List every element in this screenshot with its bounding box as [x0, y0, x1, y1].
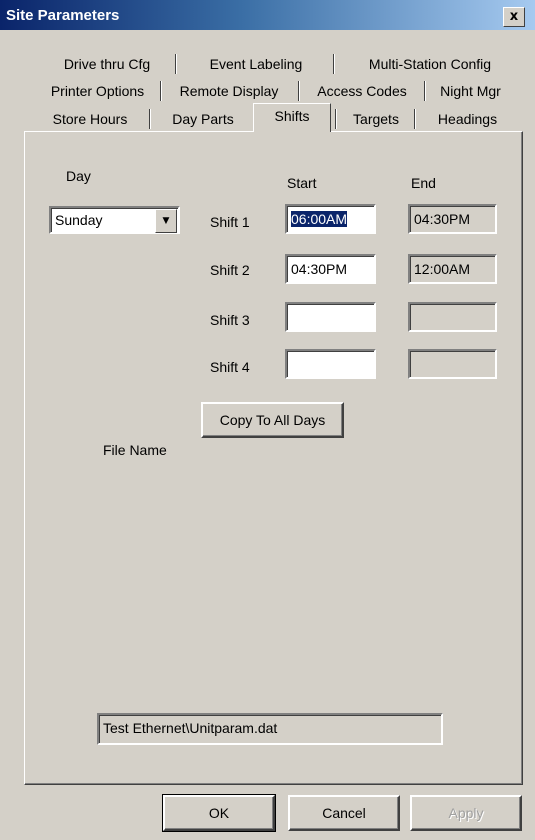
tab-printer-options[interactable]: Printer Options [40, 80, 155, 102]
title-bar: Site Parameters x [0, 0, 535, 30]
shift-2-start-field[interactable]: 04:30PM [285, 254, 376, 284]
file-name-label: File Name [103, 442, 167, 458]
shift-3-end-field [408, 302, 497, 332]
shift-4-label: Shift 4 [210, 359, 250, 375]
tab-headings[interactable]: Headings [420, 108, 515, 130]
shift-3-start-field[interactable] [285, 302, 376, 332]
tab-targets[interactable]: Targets [343, 108, 409, 130]
window-title: Site Parameters [6, 7, 120, 24]
tab-multi-station-config[interactable]: Multi-Station Config [350, 53, 510, 75]
shift-1-start-field[interactable]: 06:00AM [285, 204, 376, 234]
shift-2-end-value: 12:00AM [414, 261, 471, 277]
chevron-down-icon[interactable]: ▼ [155, 209, 177, 233]
shift-1-end-value: 04:30PM [414, 211, 471, 227]
tab-shifts[interactable]: Shifts [253, 103, 331, 132]
ok-button[interactable]: OK [162, 794, 276, 832]
tab-separator [335, 109, 336, 129]
close-icon[interactable]: x [503, 7, 525, 27]
tab-night-mgr[interactable]: Night Mgr [428, 80, 513, 102]
tab-drive-thru-cfg[interactable]: Drive thru Cfg [48, 53, 166, 75]
start-header: Start [287, 175, 317, 191]
shift-3-label: Shift 3 [210, 312, 250, 328]
apply-button[interactable]: Apply [410, 795, 522, 831]
tab-separator [424, 81, 425, 101]
tab-day-parts[interactable]: Day Parts [158, 108, 248, 130]
tab-separator [175, 54, 176, 74]
cancel-button[interactable]: Cancel [288, 795, 400, 831]
shift-1-label: Shift 1 [210, 214, 250, 230]
shift-4-start-field[interactable] [285, 349, 376, 379]
tab-access-codes[interactable]: Access Codes [303, 80, 421, 102]
end-header: End [411, 175, 436, 191]
shift-1-end-field: 04:30PM [408, 204, 497, 234]
tab-separator [160, 81, 161, 101]
file-name-field: Test Ethernet\Unitparam.dat [97, 713, 443, 745]
day-select-value: Sunday [55, 212, 103, 228]
tab-remote-display[interactable]: Remote Display [164, 80, 294, 102]
tab-event-labeling[interactable]: Event Labeling [190, 53, 322, 75]
shift-2-end-field: 12:00AM [408, 254, 497, 284]
tab-separator [333, 54, 334, 74]
file-name-value: Test Ethernet\Unitparam.dat [103, 720, 278, 736]
tab-separator [414, 109, 415, 129]
shift-2-start-value: 04:30PM [291, 261, 348, 277]
day-select[interactable]: Sunday ▼ [49, 206, 180, 234]
shift-2-label: Shift 2 [210, 262, 250, 278]
shift-1-start-value: 06:00AM [291, 211, 348, 227]
tab-separator [149, 109, 150, 129]
copy-to-all-days-button[interactable]: Copy To All Days [201, 402, 344, 438]
day-label: Day [66, 168, 91, 184]
tab-store-hours[interactable]: Store Hours [40, 108, 140, 130]
shift-4-end-field [408, 349, 497, 379]
tab-separator [298, 81, 299, 101]
